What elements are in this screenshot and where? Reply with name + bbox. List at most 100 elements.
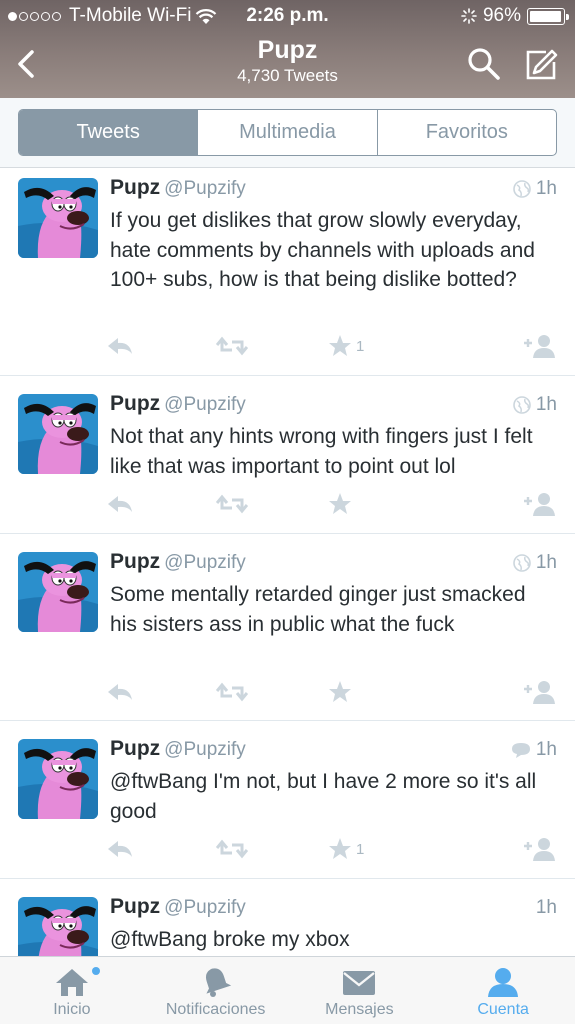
tweet-item[interactable]: Pupz @Pupzify 1h Not that any hints wrong… xyxy=(0,376,575,534)
tab-mensajes[interactable]: Mensajes xyxy=(288,957,432,1024)
favorite-button[interactable] xyxy=(328,678,356,706)
tab-notificaciones[interactable]: Notificaciones xyxy=(144,957,288,1024)
tweet-actions: 1 xyxy=(106,835,561,865)
tweet-item[interactable]: Pupz @Pupzify 1h @ftwBang I'm not, but I … xyxy=(0,721,575,879)
tab-multimedia[interactable]: Multimedia xyxy=(198,110,378,155)
globe-icon xyxy=(513,554,531,572)
add-user-icon xyxy=(524,335,555,358)
tab-label: Mensajes xyxy=(325,1001,394,1018)
reply-icon xyxy=(108,841,132,857)
activity-spinner-icon xyxy=(461,8,477,24)
compose-tweet-icon[interactable] xyxy=(524,46,560,82)
tweet-item[interactable]: Pupz @Pupzify 1h If you get dislikes that… xyxy=(0,168,575,376)
tab-label: Inicio xyxy=(53,1001,91,1018)
retweet-icon xyxy=(216,336,248,356)
favorite-button[interactable] xyxy=(328,490,356,518)
favorite-count: 1 xyxy=(356,337,365,355)
retweet-button[interactable] xyxy=(216,678,248,706)
tweet-author-name[interactable]: Pupz xyxy=(110,737,160,760)
tweet-author-name[interactable]: Pupz xyxy=(110,392,160,415)
tweet-timeline: Pupz @Pupzify 1h If you get dislikes that… xyxy=(0,168,575,956)
tab-cuenta[interactable]: Cuenta xyxy=(431,957,575,1024)
retweet-button[interactable] xyxy=(216,332,248,360)
tab-label: Cuenta xyxy=(477,1001,529,1018)
person-icon xyxy=(488,968,519,997)
status-right: 96% xyxy=(461,5,569,27)
star-icon xyxy=(329,493,351,514)
add-user-icon xyxy=(524,681,555,704)
reply-button[interactable] xyxy=(106,490,134,518)
tweet-meta: 1h xyxy=(511,739,557,761)
follow-button[interactable] xyxy=(522,332,556,360)
speech-bubble-icon xyxy=(511,743,530,758)
avatar[interactable] xyxy=(18,552,98,632)
tweet-meta: 1h xyxy=(513,394,557,416)
star-icon xyxy=(329,681,351,702)
follow-button[interactable] xyxy=(522,490,556,518)
tweet-item[interactable]: Pupz @Pupzify 1h Some mentally retarded g… xyxy=(0,534,575,721)
tweet-text: Some mentally retarded ginger just smack… xyxy=(110,583,526,636)
tweet-author-handle[interactable]: @Pupzify xyxy=(164,739,246,760)
profile-header: T-Mobile Wi-Fi 2:26 p.m. 96% Pupz 4,730 … xyxy=(0,0,575,98)
favorite-count: 1 xyxy=(356,840,365,858)
favorite-button[interactable]: 1 xyxy=(328,332,364,360)
follow-button[interactable] xyxy=(522,678,556,706)
tweet-timestamp: 1h xyxy=(535,178,557,199)
tweet-author-handle[interactable]: @Pupzify xyxy=(164,178,246,199)
tweet-text: @ftwBang broke my xbox xyxy=(110,928,350,951)
tab-inicio[interactable]: Inicio xyxy=(0,957,144,1024)
avatar[interactable] xyxy=(18,897,98,956)
status-left: T-Mobile Wi-Fi xyxy=(8,5,217,27)
tweet-timestamp: 1h xyxy=(535,897,557,918)
avatar[interactable] xyxy=(18,394,98,474)
tweet-text: Not that any hints wrong with fingers ju… xyxy=(110,425,533,478)
avatar[interactable] xyxy=(18,739,98,819)
star-icon xyxy=(329,838,351,859)
tweet-author-handle[interactable]: @Pupzify xyxy=(164,897,246,918)
wifi-icon xyxy=(196,8,217,24)
retweet-button[interactable] xyxy=(216,835,248,863)
notification-badge xyxy=(92,967,100,975)
tweet-meta: 1h xyxy=(513,178,557,200)
tweet-author-name[interactable]: Pupz xyxy=(110,895,160,918)
follow-button[interactable] xyxy=(522,835,556,863)
reply-button[interactable] xyxy=(106,835,134,863)
tweet-author-handle[interactable]: @Pupzify xyxy=(164,552,246,573)
tweet-author-name[interactable]: Pupz xyxy=(110,176,160,199)
envelope-icon xyxy=(343,971,376,995)
tweet-meta: 1h xyxy=(536,897,557,919)
bell-icon xyxy=(205,968,231,997)
reply-icon xyxy=(108,496,132,512)
retweet-icon xyxy=(216,839,248,859)
reply-button[interactable] xyxy=(106,678,134,706)
tweet-meta: 1h xyxy=(513,552,557,574)
status-bar: T-Mobile Wi-Fi 2:26 p.m. 96% xyxy=(0,0,575,30)
reply-icon xyxy=(108,684,132,700)
home-icon xyxy=(55,969,88,996)
reply-icon xyxy=(108,338,132,354)
avatar[interactable] xyxy=(18,178,98,258)
signal-strength-icon xyxy=(8,11,61,21)
tweet-header: Pupz @Pupzify 1h xyxy=(110,176,557,206)
tweet-timestamp: 1h xyxy=(535,739,557,760)
search-icon[interactable] xyxy=(466,46,502,82)
tweet-header: Pupz @Pupzify 1h xyxy=(110,737,557,767)
retweet-button[interactable] xyxy=(216,490,248,518)
tweet-header: Pupz @Pupzify 1h xyxy=(110,895,557,925)
tab-tweets[interactable]: Tweets xyxy=(19,110,199,155)
profile-tabs-bar: Tweets Multimedia Favoritos xyxy=(0,98,575,168)
tweet-actions: 1 xyxy=(106,332,561,362)
tweet-author-handle[interactable]: @Pupzify xyxy=(164,394,246,415)
battery-icon xyxy=(527,7,569,25)
tweet-timestamp: 1h xyxy=(535,394,557,415)
star-icon xyxy=(329,335,351,356)
reply-button[interactable] xyxy=(106,332,134,360)
add-user-icon xyxy=(524,493,555,516)
tweet-actions xyxy=(106,678,561,708)
retweet-icon xyxy=(216,494,248,514)
tab-favoritos[interactable]: Favoritos xyxy=(378,110,556,155)
tweet-author-name[interactable]: Pupz xyxy=(110,550,160,573)
tweet-item[interactable]: Pupz @Pupzify 1h @ftwBang broke my xbox xyxy=(0,879,575,956)
favorite-button[interactable]: 1 xyxy=(328,835,364,863)
globe-icon xyxy=(513,180,531,198)
